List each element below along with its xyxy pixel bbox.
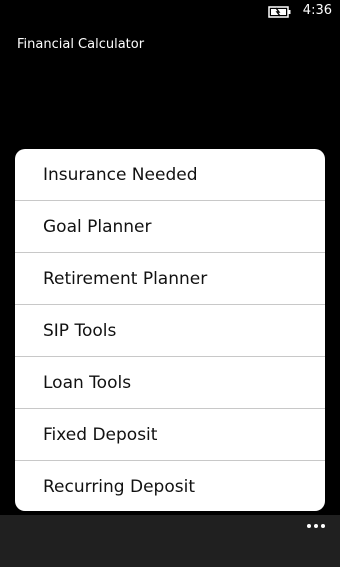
dot: [307, 524, 311, 528]
menu-item-label: Retirement Planner: [43, 268, 208, 289]
menu-card: Insurance Needed Goal Planner Retirement…: [15, 149, 325, 511]
app-title: Financial Calculator: [17, 37, 145, 52]
menu-item-goal-planner[interactable]: Goal Planner: [15, 201, 325, 253]
menu-item-label: SIP Tools: [43, 320, 117, 341]
menu-item-label: Loan Tools: [43, 372, 132, 393]
dot: [314, 524, 318, 528]
dot: [321, 524, 325, 528]
menu-item-label: Goal Planner: [43, 216, 152, 237]
menu-item-fixed-deposit[interactable]: Fixed Deposit: [15, 409, 325, 461]
app-bar: [0, 515, 340, 567]
battery-charging-icon: [268, 4, 292, 18]
menu-item-insurance-needed[interactable]: Insurance Needed: [15, 149, 325, 201]
menu-item-label: Insurance Needed: [43, 164, 198, 185]
menu-item-recurring-deposit[interactable]: Recurring Deposit: [15, 461, 325, 511]
menu-item-label: Fixed Deposit: [43, 424, 158, 445]
menu-item-sip-tools[interactable]: SIP Tools: [15, 305, 325, 357]
ellipsis-icon[interactable]: [302, 515, 330, 537]
menu-item-retirement-planner[interactable]: Retirement Planner: [15, 253, 325, 305]
status-time: 4:36: [302, 3, 332, 18]
status-bar: 4:36: [0, 0, 340, 24]
menu-item-loan-tools[interactable]: Loan Tools: [15, 357, 325, 409]
menu-item-label: Recurring Deposit: [43, 476, 195, 497]
